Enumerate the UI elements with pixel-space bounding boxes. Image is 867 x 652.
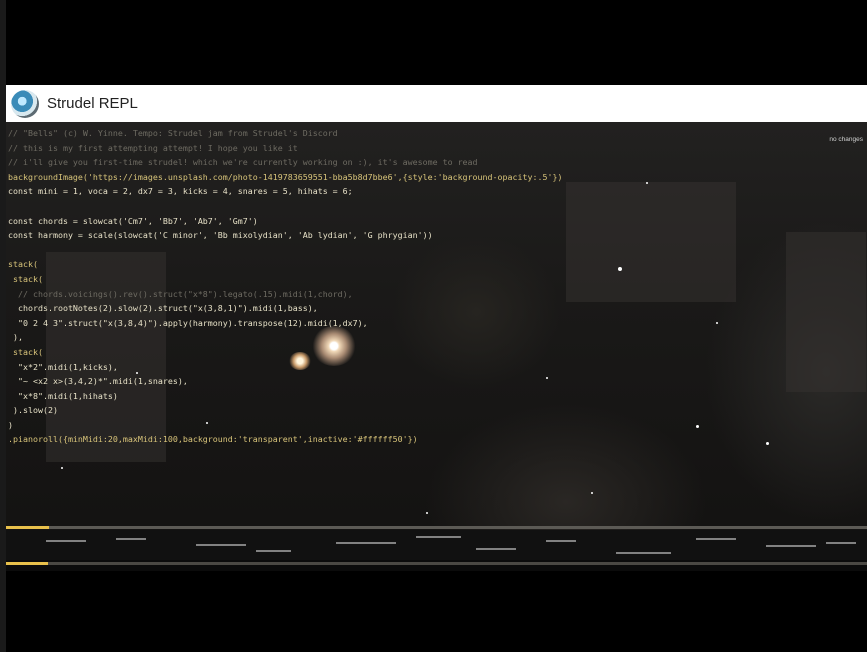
code-line[interactable]: .pianoroll({minMidi:20,maxMidi:100,backg… — [8, 432, 668, 447]
code-line[interactable]: const harmony = scale(slowcat('C minor',… — [8, 228, 668, 243]
pianoroll-note — [196, 544, 246, 546]
code-text[interactable]: // "Bells" (c) W. Yinne. Tempo: Strudel … — [8, 126, 668, 447]
code-line[interactable]: stack( — [8, 272, 668, 287]
code-line[interactable]: // i'll give you first-time strudel! whi… — [8, 155, 668, 170]
pianoroll-note — [116, 538, 146, 540]
pianoroll-note — [416, 536, 461, 538]
pianoroll-note — [546, 540, 576, 542]
pianoroll-note — [336, 542, 396, 544]
pianoroll-playhead — [6, 562, 48, 565]
pianoroll-note — [46, 540, 86, 542]
playback-timeline-progress — [6, 526, 50, 529]
app-header: Strudel REPL — [6, 85, 867, 122]
code-line[interactable]: // this is my first attempting attempt! … — [8, 141, 668, 156]
code-line[interactable]: "0 2 4 3".struct("x(3,8,4)").apply(harmo… — [8, 316, 668, 331]
pianoroll-note — [476, 548, 516, 550]
star — [696, 425, 699, 428]
star — [591, 492, 593, 494]
pianoroll-note — [696, 538, 736, 540]
pianoroll-note — [766, 545, 816, 547]
code-line[interactable]: ) — [8, 418, 668, 433]
background-rack — [786, 232, 866, 392]
code-line[interactable]: // chords.voicings().rev().struct("x*8")… — [8, 287, 668, 302]
pianoroll-note — [256, 550, 291, 552]
strudel-logo-icon[interactable] — [11, 89, 39, 118]
code-line[interactable]: "~ <x2 x>(3,4,2)*".midi(1,snares), — [8, 374, 668, 389]
star — [61, 467, 63, 469]
pianoroll-baseline — [6, 562, 867, 565]
code-line[interactable]: ), — [8, 330, 668, 345]
code-line[interactable]: ).slow(2) — [8, 403, 668, 418]
editor-status: no changes — [829, 136, 863, 143]
code-line[interactable] — [8, 199, 668, 214]
code-line[interactable]: const chords = slowcat('Cm7', 'Bb7', 'Ab… — [8, 214, 668, 229]
code-line[interactable]: stack( — [8, 257, 668, 272]
strudel-app-window: Strudel REPL no changes // "Bells" (c) W… — [6, 85, 867, 571]
playback-timeline-track[interactable] — [6, 526, 867, 529]
star — [716, 322, 718, 324]
app-title: Strudel REPL — [47, 95, 138, 112]
star — [426, 512, 428, 514]
code-line[interactable]: "x*8".midi(1,hihats) — [8, 389, 668, 404]
code-line[interactable]: // "Bells" (c) W. Yinne. Tempo: Strudel … — [8, 126, 668, 141]
pianoroll — [6, 530, 867, 560]
code-line[interactable]: backgroundImage('https://images.unsplash… — [8, 170, 668, 185]
code-line[interactable] — [8, 243, 668, 258]
code-editor[interactable]: no changes // "Bells" (c) W. Yinne. Temp… — [6, 122, 867, 557]
code-line[interactable]: "x*2".midi(1,kicks), — [8, 360, 668, 375]
pianoroll-note — [616, 552, 671, 554]
code-line[interactable]: stack( — [8, 345, 668, 360]
code-line[interactable]: const mini = 1, voca = 2, dx7 = 3, kicks… — [8, 184, 668, 199]
pianoroll-note — [826, 542, 856, 544]
star — [766, 442, 769, 445]
code-line[interactable]: chords.rootNotes(2).slow(2).struct("x(3,… — [8, 301, 668, 316]
